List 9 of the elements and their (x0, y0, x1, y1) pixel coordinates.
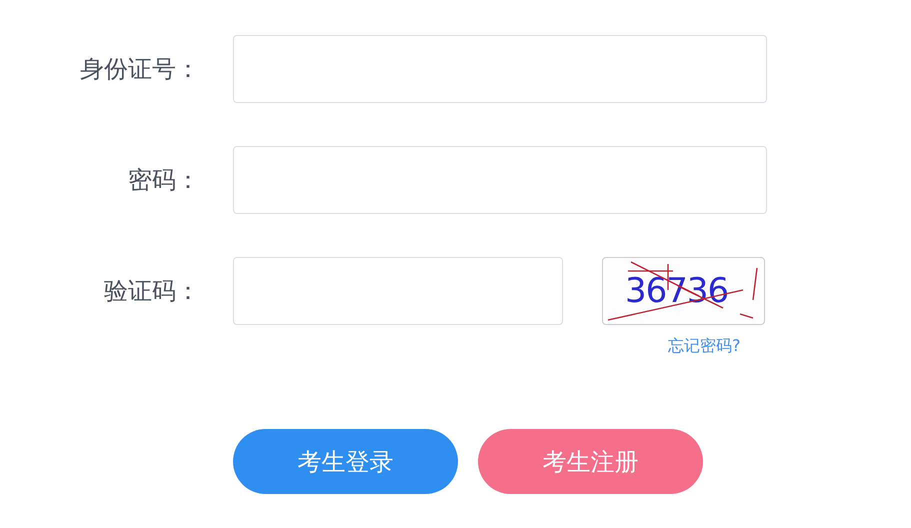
field-label: 密码： (127, 165, 200, 196)
field-label: 验证码： (103, 276, 200, 307)
login-button[interactable]: 考生登录 (233, 429, 458, 494)
register-button[interactable]: 考生注册 (478, 429, 703, 494)
field-label: 身份证号： (79, 54, 200, 85)
id-number-input[interactable] (233, 35, 767, 103)
captcha-input[interactable] (233, 257, 563, 325)
forgot-password-link[interactable]: 忘记密码? (668, 336, 740, 357)
password-input[interactable] (233, 146, 767, 214)
